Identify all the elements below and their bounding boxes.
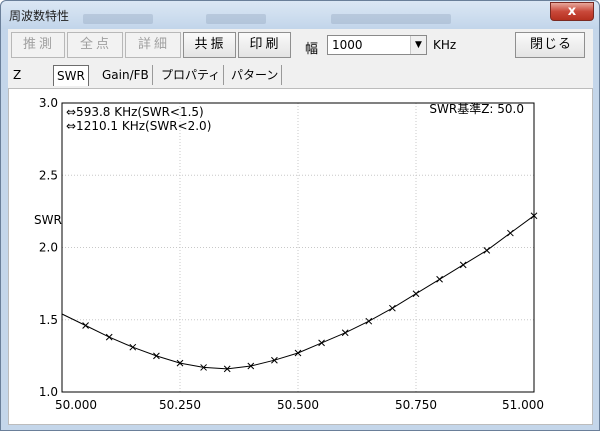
width-select[interactable]: 1000 ▼ bbox=[327, 35, 427, 55]
y-tick-labels: 1.0 1.5 2.0 2.5 3.0 bbox=[39, 96, 58, 399]
y-tick-label: 3.0 bbox=[39, 96, 58, 110]
x-tick-label: 51.000 bbox=[502, 398, 544, 412]
data-point-marker bbox=[82, 322, 89, 329]
reference-impedance-label: SWR基準Z: 50.0 bbox=[429, 101, 524, 116]
tab-swr[interactable]: SWR bbox=[53, 65, 89, 86]
y-axis-label: SWR bbox=[34, 213, 62, 227]
chevron-down-icon[interactable]: ▼ bbox=[410, 36, 426, 54]
data-point-marker bbox=[507, 229, 514, 237]
background-ghost-text bbox=[331, 14, 451, 24]
swr-chart: 1.0 1.5 2.0 2.5 3.0 50.000 50.250 50.500 50.750… bbox=[34, 96, 544, 412]
tab-z[interactable]: Z bbox=[10, 65, 24, 85]
swr-chart-panel: 1.0 1.5 2.0 2.5 3.0 50.000 50.250 50.500 50.750… bbox=[8, 88, 593, 425]
data-point-marker bbox=[129, 343, 137, 351]
data-point-marker bbox=[105, 333, 113, 341]
x-tick-label: 50.500 bbox=[277, 398, 319, 412]
tab-pattern[interactable]: パターン bbox=[228, 65, 283, 85]
data-point-marker bbox=[389, 304, 396, 312]
data-point-marker bbox=[365, 317, 373, 325]
bandwidth-annotation: ⇔593.8 KHz(SWR<1.5) bbox=[66, 105, 204, 119]
all-points-button[interactable]: 全点 bbox=[67, 32, 123, 58]
window-close-button[interactable]: x bbox=[550, 2, 594, 21]
width-unit-label: KHz bbox=[433, 38, 457, 52]
background-ghost-text bbox=[206, 14, 266, 24]
frequency-characteristics-window: 周波数特性 x 推測 全点 詳細 共振 印刷 幅 1000 ▼ KHz 閉じる … bbox=[0, 0, 600, 431]
x-tick-label: 50.250 bbox=[159, 398, 201, 412]
y-tick-label: 1.5 bbox=[39, 313, 58, 327]
details-button[interactable]: 詳細 bbox=[125, 32, 181, 58]
background-ghost-text bbox=[83, 14, 153, 24]
estimate-button[interactable]: 推測 bbox=[11, 32, 65, 58]
bandwidth-annotation: ⇔1210.1 KHz(SWR<2.0) bbox=[66, 119, 211, 133]
data-point-marker bbox=[483, 247, 491, 254]
data-point-marker bbox=[318, 339, 325, 347]
data-point-marker bbox=[459, 261, 467, 269]
y-tick-label: 2.0 bbox=[39, 241, 58, 255]
bandwidth-annotations: ⇔593.8 KHz(SWR<1.5)⇔1210.1 KHz(SWR<2.0) bbox=[66, 105, 211, 133]
window-title: 周波数特性 bbox=[9, 9, 70, 23]
chart-grid bbox=[61, 102, 535, 393]
x-tick-labels: 50.000 50.250 50.500 50.750 51.000 bbox=[55, 398, 544, 412]
data-point-marker bbox=[341, 329, 349, 337]
client-area: 推測 全点 詳細 共振 印刷 幅 1000 ▼ KHz 閉じる Z SWR Ga… bbox=[8, 29, 593, 425]
x-tick-label: 50.750 bbox=[395, 398, 437, 412]
width-value: 1000 bbox=[332, 38, 363, 52]
data-point-marker bbox=[153, 352, 160, 360]
tab-bar: Z SWR Gain/FB プロパティ パターン bbox=[8, 65, 593, 87]
y-tick-label: 1.0 bbox=[39, 385, 58, 399]
title-bar: 周波数特性 x bbox=[1, 1, 599, 29]
y-tick-label: 2.5 bbox=[39, 168, 58, 182]
resonance-button[interactable]: 共振 bbox=[183, 32, 236, 58]
close-button[interactable]: 閉じる bbox=[515, 32, 585, 58]
tab-gain-fb[interactable]: Gain/FB bbox=[99, 65, 153, 85]
close-icon: x bbox=[567, 4, 577, 19]
x-tick-label: 50.000 bbox=[55, 398, 97, 412]
print-button[interactable]: 印刷 bbox=[238, 32, 291, 58]
data-point-marker bbox=[436, 275, 443, 283]
width-label: 幅 bbox=[305, 42, 319, 57]
tab-properties[interactable]: プロパティ bbox=[158, 65, 225, 85]
